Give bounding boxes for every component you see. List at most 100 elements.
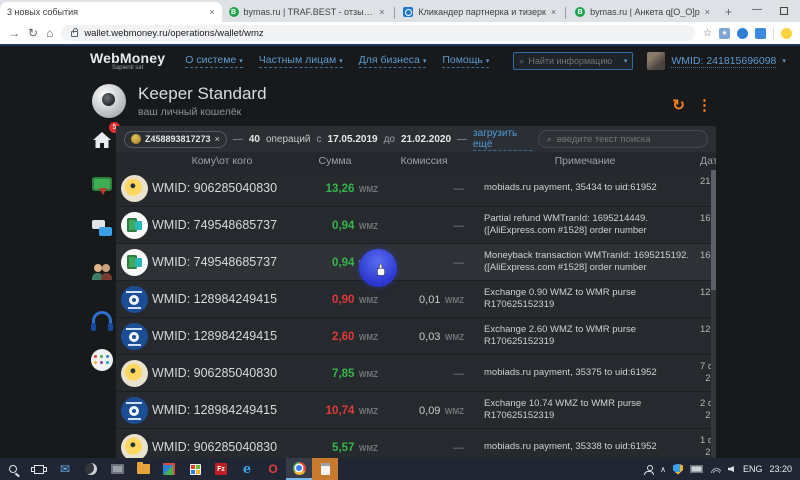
- taskbar-filezilla[interactable]: Fz: [208, 458, 234, 480]
- currency-label: WMZ: [359, 222, 378, 231]
- browser-address-bar: → ↻ ⌂ wallet.webmoney.ru/operations/wall…: [0, 22, 800, 44]
- nav-about-system[interactable]: О системе ▾: [185, 54, 242, 68]
- table-row[interactable]: WMID: 128984249415 10,74 WMZ 0,09 WMZ Ex…: [116, 392, 716, 429]
- url-box[interactable]: wallet.webmoney.ru/operations/wallet/wmz: [61, 25, 695, 41]
- sidebar-item-support[interactable]: [90, 304, 114, 328]
- sidebar-item-home[interactable]: 5: [90, 128, 114, 152]
- keyboard-icon[interactable]: [690, 465, 703, 473]
- taskbar-mail[interactable]: ✉: [52, 458, 78, 480]
- tab-close-icon[interactable]: ×: [551, 7, 556, 17]
- home-button[interactable]: ⌂: [46, 26, 53, 40]
- table-row[interactable]: WMID: 906285040830 5,57 WMZ — mobiads.ru…: [116, 429, 716, 458]
- defender-shield-icon[interactable]: [673, 464, 683, 475]
- tab-close-icon[interactable]: ×: [379, 7, 384, 17]
- nav-help[interactable]: Помощь ▾: [442, 54, 489, 68]
- chevron-down-icon: ▾: [339, 58, 343, 65]
- extension-icon[interactable]: [755, 28, 766, 39]
- taskbar-file-explorer[interactable]: [130, 458, 156, 480]
- table-scrollbar[interactable]: [711, 170, 716, 458]
- row-amount[interactable]: 0,90 WMZ: [292, 290, 378, 308]
- taskbar-edge[interactable]: e: [234, 458, 260, 480]
- row-wmid: WMID: 906285040830: [152, 181, 292, 195]
- row-amount[interactable]: 0,94 WMZ: [292, 216, 378, 234]
- wifi-icon[interactable]: [710, 465, 721, 473]
- speaker-icon[interactable]: [728, 466, 734, 472]
- clock[interactable]: 23:20: [769, 464, 792, 474]
- page-subtitle: ваш личный кошелёк: [138, 106, 267, 118]
- scrollbar-thumb[interactable]: [711, 170, 716, 290]
- table-row[interactable]: WMID: 749548685737 0,94 WMZ — Partial re…: [116, 207, 716, 244]
- operations-search-box[interactable]: ⌕: [538, 130, 708, 148]
- row-amount[interactable]: 5,57 WMZ: [292, 438, 378, 456]
- table-row[interactable]: WMID: 749548685737 0,94 WMZ — Moneyback …: [116, 244, 716, 281]
- nav-business[interactable]: Для бизнеса ▾: [359, 54, 427, 68]
- taskbar-opera[interactable]: O: [260, 458, 286, 480]
- forward-button[interactable]: →: [8, 26, 20, 40]
- sidebar-item-messages[interactable]: [90, 216, 114, 240]
- search-icon: ⌕: [519, 56, 524, 67]
- site-search-input[interactable]: [528, 56, 619, 66]
- user-menu[interactable]: WMID: 241815696098 ▾: [647, 52, 786, 70]
- keeper-header: Keeper Standard ваш личный кошелёк: [92, 84, 267, 118]
- user-wmid[interactable]: WMID: 241815696098: [671, 55, 776, 68]
- sender-avatar: [121, 434, 148, 459]
- webmoney-logo[interactable]: WebMoney Sapienti sat: [90, 51, 165, 71]
- taskbar-monitor-app[interactable]: [104, 458, 130, 480]
- chip-close-icon[interactable]: ×: [215, 134, 220, 144]
- taskbar-search-button[interactable]: [0, 458, 26, 480]
- operations-search-input[interactable]: [557, 134, 699, 145]
- taskbar-photos-app[interactable]: [156, 458, 182, 480]
- sidebar-item-topup[interactable]: [90, 172, 114, 196]
- wallet-filter-chip[interactable]: Z458893817273 ×: [124, 131, 227, 148]
- refresh-icon[interactable]: ↻: [672, 96, 685, 114]
- tab-title: Кликандер партнерка и тизерк: [418, 7, 545, 17]
- people-tray-icon[interactable]: [644, 465, 653, 474]
- tab-klikander[interactable]: Кликандер партнерка и тизерк ×: [396, 2, 563, 22]
- site-search-box[interactable]: ⌕ ▾: [513, 52, 633, 70]
- summary-dash: —: [457, 134, 467, 145]
- table-row[interactable]: WMID: 128984249415 0,90 WMZ 0,01 WMZ Exc…: [116, 281, 716, 318]
- sender-avatar: [121, 286, 148, 313]
- extension-smiley-icon[interactable]: [781, 28, 792, 39]
- contacts-icon: [92, 264, 112, 280]
- tab-events[interactable]: 3 новых события ×: [0, 2, 222, 22]
- row-amount[interactable]: 10,74 WMZ: [292, 401, 378, 419]
- language-indicator[interactable]: ENG: [743, 464, 763, 474]
- taskbar-store[interactable]: [182, 458, 208, 480]
- extension-icon[interactable]: [737, 28, 748, 39]
- restore-button[interactable]: [780, 7, 788, 15]
- col-counterparty: Кому\от кого: [152, 155, 292, 167]
- bookmark-star-icon[interactable]: ☆: [703, 28, 712, 39]
- currency-label: WMZ: [359, 296, 378, 305]
- chevron-down-icon[interactable]: ▾: [624, 57, 628, 65]
- table-row[interactable]: WMID: 906285040830 13,26 WMZ — mobiads.r…: [116, 170, 716, 207]
- table-row[interactable]: WMID: 906285040830 7,85 WMZ — mobiads.ru…: [116, 355, 716, 392]
- taskbar-dark-app[interactable]: [78, 458, 104, 480]
- table-row[interactable]: WMID: 128984249415 2,60 WMZ 0,03 WMZ Exc…: [116, 318, 716, 355]
- nav-individuals[interactable]: Частным лицам ▾: [259, 54, 343, 68]
- taskbar-chrome[interactable]: [286, 458, 312, 480]
- tab-close-icon[interactable]: ×: [209, 7, 214, 17]
- url-text: wallet.webmoney.ru/operations/wallet/wmz: [84, 28, 263, 39]
- tab-bymas-anketa[interactable]: B bymas.ru | Анкета q[O_O]p ×: [568, 2, 717, 22]
- load-more-link[interactable]: загрузить ещё: [473, 128, 532, 151]
- chevron-down-icon: ▾: [423, 58, 427, 65]
- minimize-button[interactable]: —: [752, 4, 762, 15]
- chevron-down-icon[interactable]: ▾: [782, 57, 786, 65]
- task-view-button[interactable]: [26, 458, 52, 480]
- lock-icon: [71, 31, 78, 37]
- currency-label: WMZ: [445, 333, 464, 342]
- tab-bymas-traf[interactable]: B bymas.ru | TRAF.BEST - отзывы ×: [222, 2, 392, 22]
- taskbar-calculator[interactable]: [312, 458, 338, 480]
- new-tab-button[interactable]: +: [717, 5, 740, 22]
- row-amount[interactable]: 7,85 WMZ: [292, 364, 378, 382]
- sidebar-item-apps[interactable]: [90, 348, 114, 372]
- row-amount[interactable]: 13,26 WMZ: [292, 179, 378, 197]
- row-amount[interactable]: 2,60 WMZ: [292, 327, 378, 345]
- reload-button[interactable]: ↻: [28, 26, 38, 40]
- tray-expand-icon[interactable]: ∧: [660, 465, 666, 474]
- kebab-menu-icon[interactable]: ⋮: [697, 96, 712, 114]
- extension-icon[interactable]: ★: [719, 28, 730, 39]
- tab-close-icon[interactable]: ×: [705, 7, 710, 17]
- sidebar-item-contacts[interactable]: [90, 260, 114, 284]
